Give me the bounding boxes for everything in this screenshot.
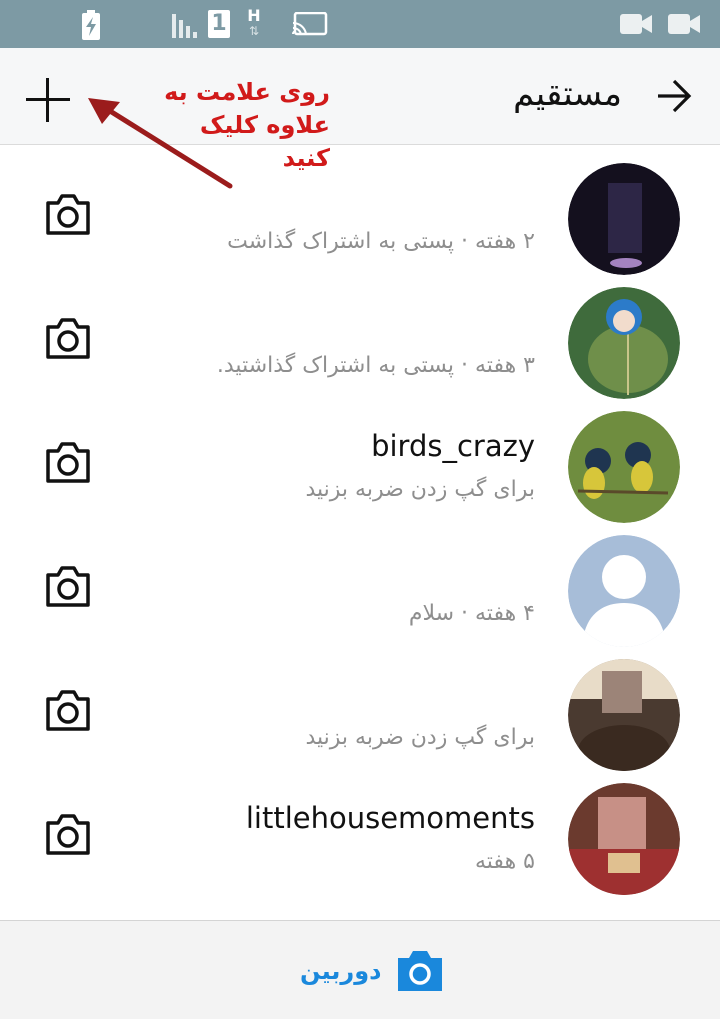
camera-icon[interactable]: [44, 813, 92, 857]
thread-subtitle: ۵ هفته: [475, 849, 535, 874]
thread-username: birds_crazy: [371, 429, 535, 463]
video-icon: [668, 14, 700, 34]
video-icon: [620, 14, 652, 34]
thread-subtitle: ۲ هفته · پستی به اشتراک گذاشت: [227, 229, 535, 254]
avatar: [568, 659, 680, 771]
camera-icon[interactable]: [396, 949, 444, 993]
avatar: [568, 287, 680, 399]
camera-icon[interactable]: [44, 193, 92, 237]
list-item[interactable]: ۲ هفته · پستی به اشتراک گذاشت: [0, 145, 720, 275]
status-bar: 1 H ⇅: [0, 0, 720, 48]
page-title: مستقیم: [513, 74, 622, 114]
thread-subtitle: ۴ هفته · سلام: [408, 601, 535, 626]
camera-label[interactable]: دوربین: [300, 957, 381, 985]
list-item[interactable]: ۳ هفته · پستی به اشتراک گذاشتید.: [0, 269, 720, 399]
avatar: [568, 411, 680, 523]
signal-icon: [172, 14, 197, 38]
list-item[interactable]: birds_crazy برای گپ زدن ضربه بزنید: [0, 393, 720, 523]
list-item[interactable]: littlehousemoments ۵ هفته: [0, 765, 720, 895]
camera-icon[interactable]: [44, 689, 92, 733]
h-network-icon: H ⇅: [247, 6, 261, 39]
camera-icon[interactable]: [44, 441, 92, 485]
list-item[interactable]: ۴ هفته · سلام: [0, 517, 720, 647]
thread-username: littlehousemoments: [245, 801, 535, 835]
plus-icon[interactable]: [26, 78, 70, 122]
sim-1-icon: 1: [208, 10, 230, 38]
camera-icon[interactable]: [44, 317, 92, 361]
camera-icon[interactable]: [44, 565, 92, 609]
arrow-right-icon[interactable]: [656, 78, 692, 114]
list-item[interactable]: برای گپ زدن ضربه بزنید: [0, 641, 720, 771]
charging-battery-icon: [82, 10, 100, 40]
default-profile-icon: [568, 535, 680, 647]
avatar: [568, 783, 680, 895]
avatar: [568, 163, 680, 275]
thread-subtitle: ۳ هفته · پستی به اشتراک گذاشتید.: [216, 353, 535, 378]
thread-subtitle: برای گپ زدن ضربه بزنید: [305, 477, 535, 502]
thread-subtitle: برای گپ زدن ضربه بزنید: [305, 725, 535, 750]
cast-icon: [292, 12, 328, 36]
camera-bar[interactable]: دوربین: [0, 920, 720, 1019]
